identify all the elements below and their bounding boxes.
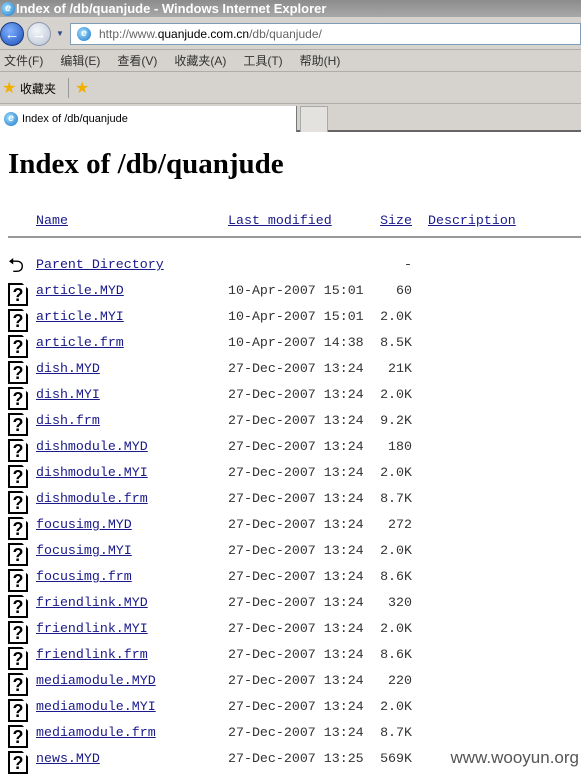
window-title-bar: e Index of /db/quanjude - Windows Interne… [0, 0, 581, 17]
menu-help[interactable]: 帮助(H) [300, 54, 341, 68]
url-domain: quanjude.com.cn [157, 27, 250, 41]
file-row: ? focusimg.MYD 27-Dec-2007 13:24 272 [0, 504, 581, 540]
size: 569K [380, 751, 412, 766]
back-button[interactable]: ← [0, 22, 24, 46]
unknown-file-icon: ? [8, 751, 28, 774]
menu-file[interactable]: 文件(F) [4, 54, 43, 68]
file-row: ? mediamodule.MYI 27-Dec-2007 13:24 2.0K [0, 686, 581, 722]
page-title: Index of /db/quanjude [8, 148, 284, 180]
divider [68, 78, 69, 98]
menu-favorites[interactable]: 收藏夹(A) [174, 54, 226, 68]
menu-bar: 文件(F) 编辑(E) 查看(V) 收藏夹(A) 工具(T) 帮助(H) [0, 50, 581, 72]
new-tab-button[interactable] [300, 106, 328, 132]
watermark: www.wooyun.org [450, 748, 579, 768]
file-row: ? friendlink.MYI 27-Dec-2007 13:24 2.0K [0, 608, 581, 644]
sort-by-description-link[interactable]: Description [428, 213, 516, 228]
sort-by-name-link[interactable]: Name [36, 213, 68, 228]
file-row: ? dishmodule.frm 27-Dec-2007 13:24 8.7K [0, 478, 581, 514]
url-prefix: http://www. [99, 27, 158, 41]
file-row: ? dish.MYI 27-Dec-2007 13:24 2.0K [0, 374, 581, 410]
listing-header: Name Last modified Size Description [0, 208, 581, 236]
directory-listing: Name Last modified Size Description ⮌ Pa… [0, 208, 581, 774]
file-row: ? dishmodule.MYI 27-Dec-2007 13:24 2.0K [0, 452, 581, 488]
navigation-bar: ← → ▼ e http://www.quanjude.com.cn/db/qua… [0, 17, 581, 50]
page-icon: e [77, 27, 91, 41]
tab-active[interactable]: e Index of /db/quanjude [0, 106, 297, 132]
file-row: ? article.frm 10-Apr-2007 14:38 8.5K [0, 322, 581, 358]
header-divider [8, 236, 581, 238]
sort-by-size-link[interactable]: Size [380, 213, 412, 228]
tab-ie-icon: e [4, 112, 18, 126]
favorites-button[interactable]: 收藏夹 [20, 80, 56, 97]
favorites-bar: ★ 收藏夹 ★ [0, 72, 581, 104]
recent-pages-dropdown-icon[interactable]: ▼ [56, 29, 64, 38]
file-link[interactable]: news.MYD [36, 751, 100, 766]
sort-by-modified-link[interactable]: Last modified [228, 213, 332, 228]
file-row: ? mediamodule.MYD 27-Dec-2007 13:24 220 [0, 660, 581, 696]
ie-logo-icon: e [1, 2, 15, 16]
file-row: ? mediamodule.frm 27-Dec-2007 13:24 8.7K [0, 712, 581, 748]
file-row: ? dish.MYD 27-Dec-2007 13:24 21K [0, 348, 581, 384]
file-row: ? dish.frm 27-Dec-2007 13:24 9.2K [0, 400, 581, 436]
file-row: ? focusimg.frm 27-Dec-2007 13:24 8.6K [0, 556, 581, 592]
menu-tools[interactable]: 工具(T) [243, 54, 282, 68]
parent-directory-row: ⮌ Parent Directory - [0, 244, 581, 279]
file-row: ? article.MYD 10-Apr-2007 15:01 60 [0, 270, 581, 306]
file-row: ? dishmodule.MYD 27-Dec-2007 13:24 180 [0, 426, 581, 462]
address-bar[interactable]: e http://www.quanjude.com.cn/db/quanjude/ [70, 23, 581, 45]
file-row: ? friendlink.frm 27-Dec-2007 13:24 8.6K [0, 634, 581, 670]
file-row: ? article.MYI 10-Apr-2007 15:01 2.0K [0, 296, 581, 332]
favorites-star-icon[interactable]: ★ [2, 78, 16, 98]
add-favorite-icon[interactable]: ★ [75, 78, 89, 98]
file-row: ? focusimg.MYI 27-Dec-2007 13:24 2.0K [0, 530, 581, 566]
url-path: /db/quanjude/ [249, 27, 322, 41]
tab-label: Index of /db/quanjude [22, 113, 128, 125]
tab-bar: e Index of /db/quanjude [0, 104, 581, 132]
forward-button[interactable]: → [27, 22, 51, 46]
file-row: ? friendlink.MYD 27-Dec-2007 13:24 320 [0, 582, 581, 618]
menu-edit[interactable]: 编辑(E) [60, 54, 100, 68]
last-modified: 27-Dec-2007 13:25 [228, 751, 364, 766]
menu-view[interactable]: 查看(V) [117, 54, 157, 68]
window-title: Index of /db/quanjude - Windows Internet… [16, 1, 327, 16]
